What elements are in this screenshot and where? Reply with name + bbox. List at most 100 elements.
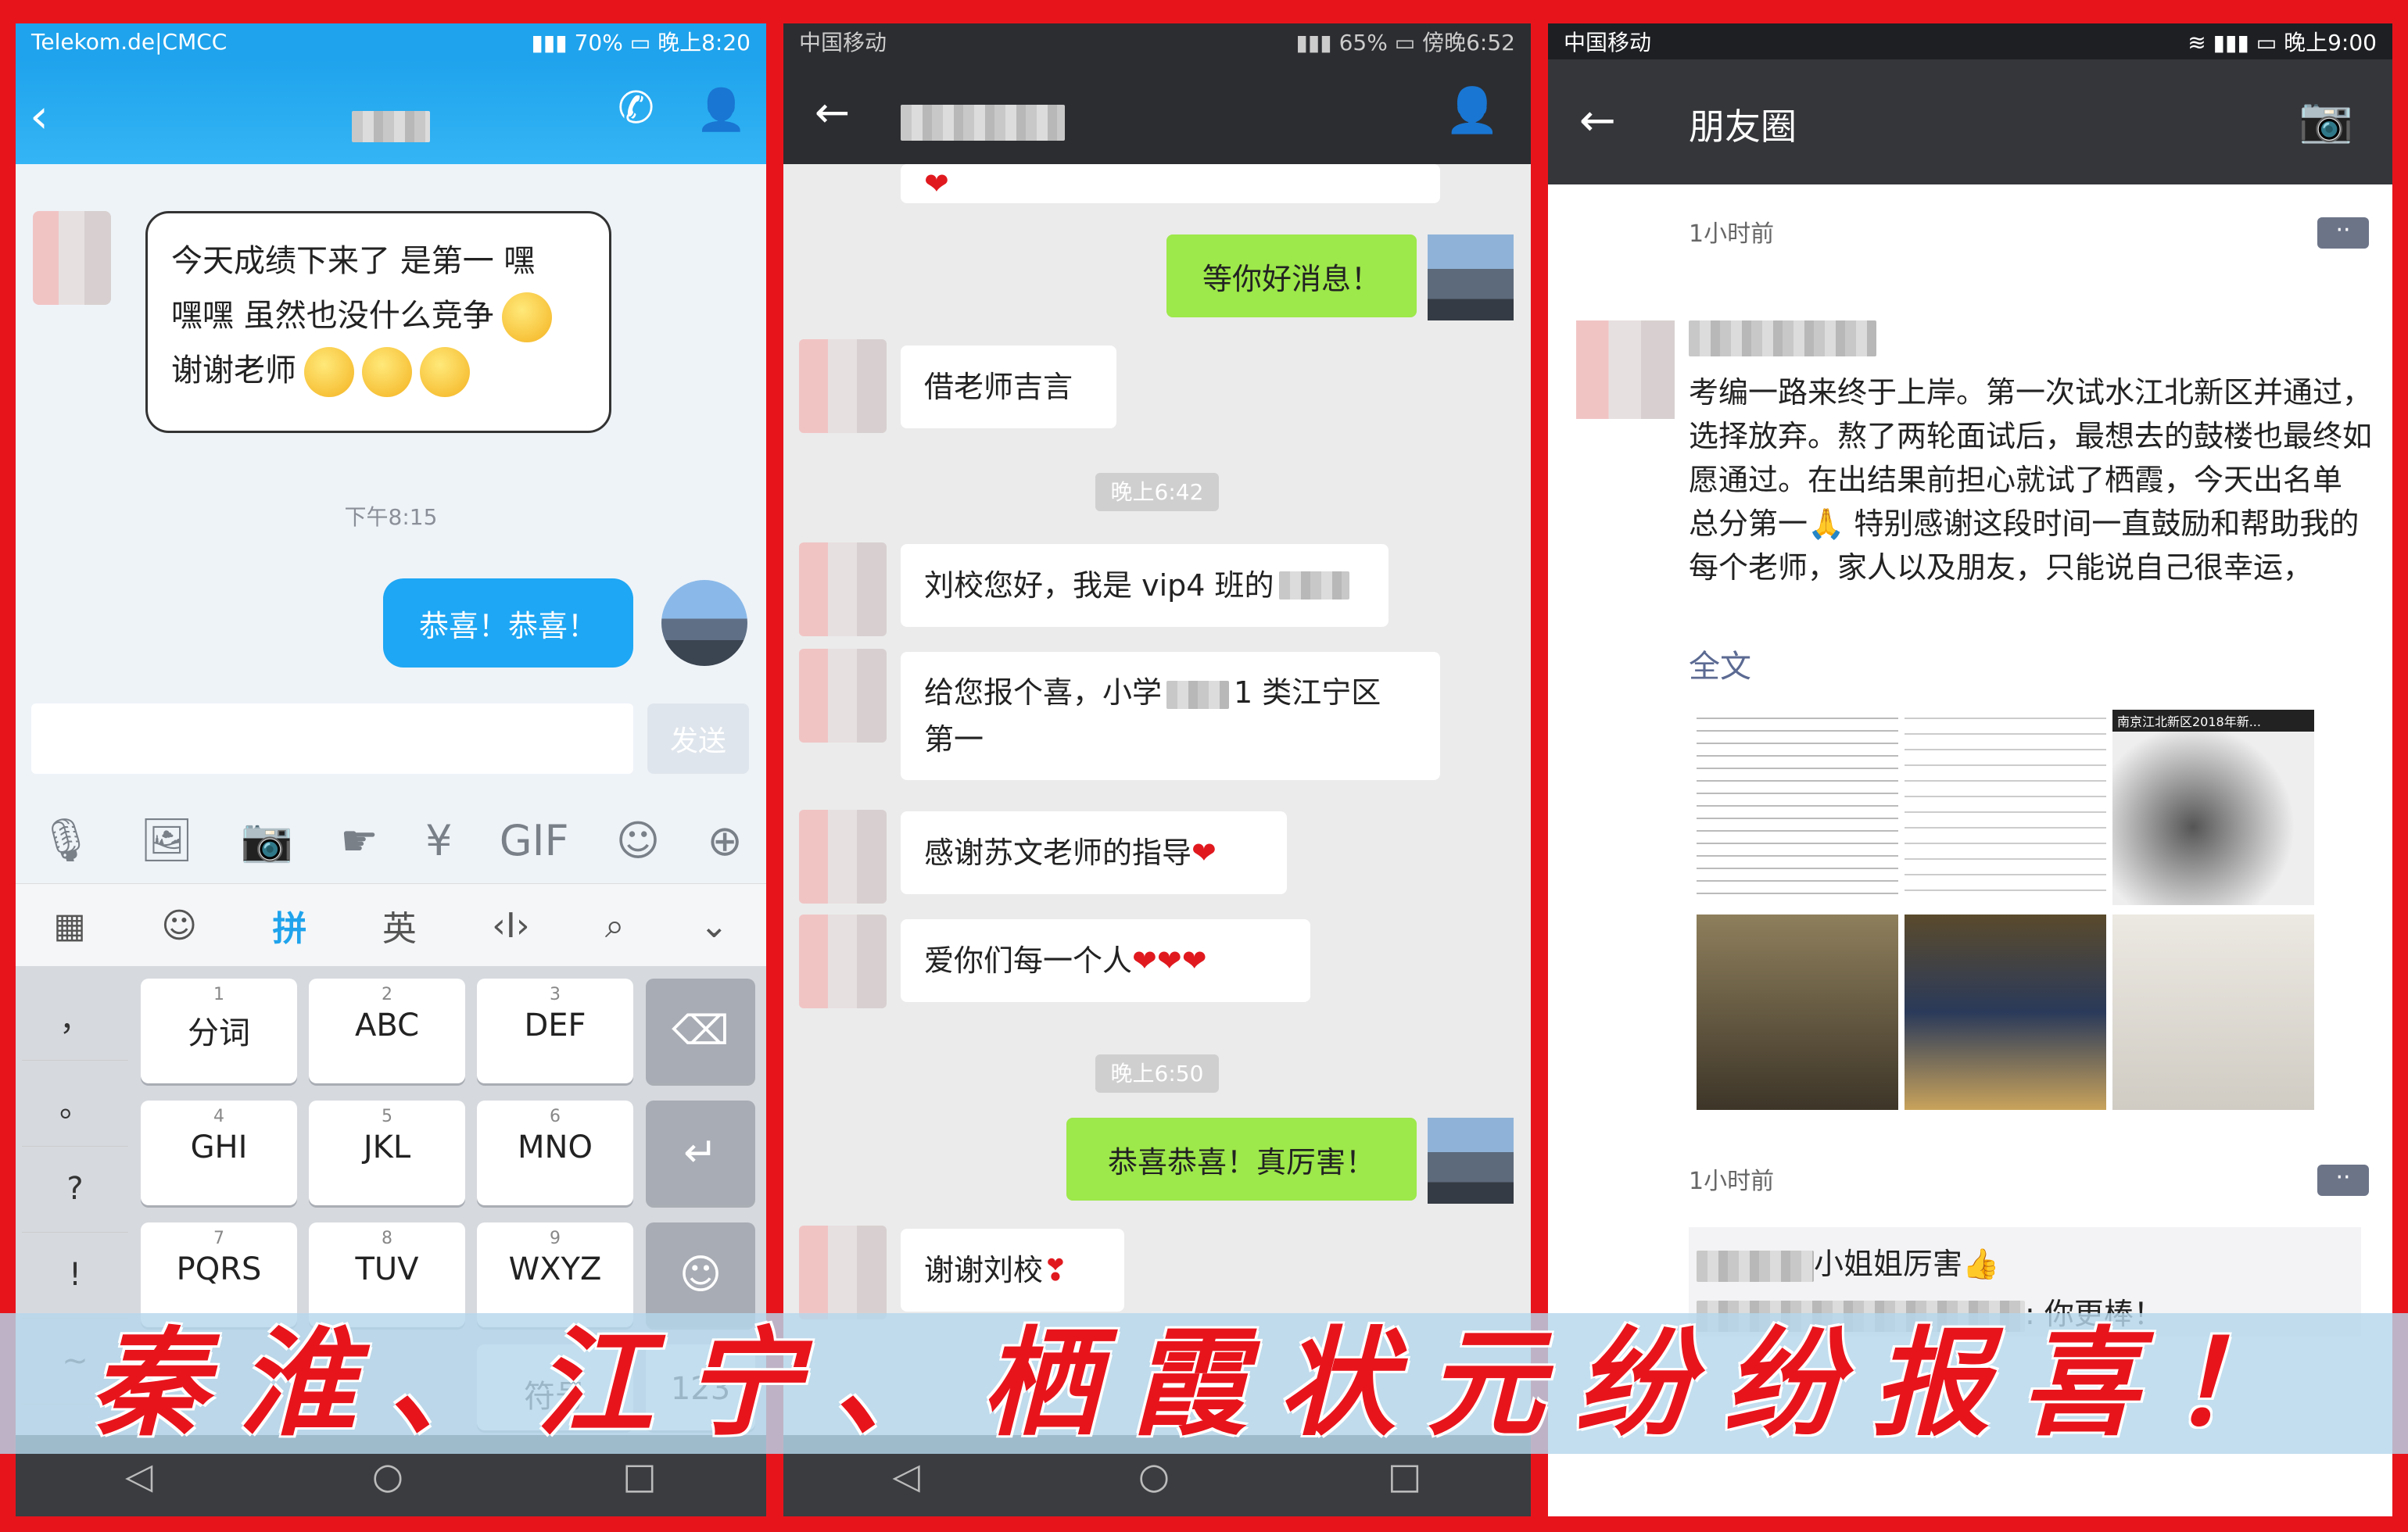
contact-name-redacted [901, 105, 1065, 141]
message-input[interactable] [31, 703, 633, 774]
battery-icon: ▭ [629, 30, 658, 55]
blush-emoji-icon [362, 347, 412, 397]
laughing-emoji-icon [501, 292, 552, 342]
backspace-key[interactable]: ⌫ [646, 979, 755, 1083]
profile-icon[interactable]: 👤 [696, 86, 747, 134]
key-4[interactable]: 4 GHI [141, 1101, 297, 1205]
camera-icon[interactable]: 📷 [241, 815, 293, 865]
gif-icon[interactable]: GIF [500, 816, 569, 865]
message-line: 今天成绩下来了 是第一 嘿 [171, 243, 536, 279]
message-timestamp: 下午8:15 [344, 504, 438, 530]
contact-avatar[interactable] [33, 211, 111, 305]
comment-row[interactable]: 小姐姐厉害👍 [1697, 1240, 1999, 1283]
moments-header: ← 朋友圈 📷 [1548, 59, 2392, 184]
back-arrow-icon[interactable]: ← [1579, 95, 1616, 146]
battery-level: 65% [1338, 30, 1388, 55]
photo-thumb[interactable] [1697, 915, 1898, 1110]
key-1[interactable]: 1 分词 [141, 979, 297, 1083]
back-arrow-icon[interactable]: ← [815, 88, 850, 137]
key-5[interactable]: 5 JKL [309, 1101, 465, 1205]
punct-key[interactable]: ! [22, 1232, 128, 1319]
image-icon[interactable]: 🖼 [140, 815, 194, 865]
punct-key[interactable]: ? [22, 1146, 128, 1233]
comment-button[interactable]: ·· [2317, 1165, 2369, 1196]
wifi-icon: ≋ [2188, 30, 2213, 55]
recents-nav-icon[interactable]: □ [622, 1455, 656, 1497]
redacted-text [1278, 571, 1349, 600]
contact-avatar[interactable] [799, 915, 887, 1008]
phone-icon[interactable]: ✆ [618, 83, 654, 134]
banner-title: 秦淮、江宁、栖霞状元纷纷报喜！ [89, 1315, 2318, 1452]
punct-key[interactable]: ， [22, 974, 128, 1061]
signal-icon: ▮▮▮ [1295, 30, 1339, 55]
grid-menu-icon[interactable]: ▦ [53, 906, 86, 946]
poster-name-redacted[interactable] [1689, 320, 1876, 356]
contact-avatar[interactable] [799, 1226, 887, 1319]
contact-avatar[interactable] [799, 810, 887, 904]
key-8[interactable]: 8 TUV [309, 1222, 465, 1327]
punct-key[interactable]: 。 [22, 1060, 128, 1147]
poke-icon[interactable]: ☛ [340, 816, 378, 865]
microphone-icon[interactable]: 🎙 [39, 815, 93, 865]
key-7[interactable]: 7 PQRS [141, 1222, 297, 1327]
my-avatar[interactable] [1428, 1118, 1514, 1204]
home-nav-icon[interactable]: ○ [1138, 1455, 1170, 1497]
signal-icon: ▮▮▮ [2213, 30, 2256, 55]
full-text-link[interactable]: 全文 [1689, 641, 1751, 686]
pinyin-mode[interactable]: 拼 [272, 900, 306, 950]
photo-thumb[interactable] [1905, 710, 2106, 905]
message-line: 嘿嘿 虽然也没什么竞争 [171, 298, 494, 334]
heart-icon: ❤❤❤ [1132, 943, 1207, 978]
battery-icon: ▭ [1394, 30, 1423, 55]
cursor-icon[interactable]: ‹I› [492, 906, 529, 946]
photo-thumb[interactable] [1905, 915, 2106, 1110]
photo-thumb[interactable] [2112, 915, 2314, 1110]
contact-avatar[interactable] [799, 542, 887, 636]
battery-icon: ▭ [2256, 30, 2284, 55]
emoji-icon[interactable]: ☺ [161, 906, 197, 946]
my-avatar[interactable] [661, 580, 747, 666]
send-button[interactable]: 发送 [647, 703, 749, 774]
clock: 晚上8:20 [658, 30, 751, 55]
photo-caption: 南京江北新区2018年新... [2112, 710, 2314, 732]
emoji-key[interactable]: ☺ [646, 1222, 755, 1327]
search-icon[interactable]: ⌕ [605, 906, 625, 946]
enter-key[interactable]: ↵ [646, 1101, 755, 1205]
received-message-bubble: 谢谢刘校 ❣ [901, 1229, 1124, 1312]
battery-level: 70% [574, 30, 623, 55]
wechat-chat-panel: 中国移动 ▮▮▮ 65% ▭ 傍晚6:52 ← 👤 ❤ 等你好消息！ 借老师吉言… [783, 23, 1531, 1516]
message-line: 谢谢老师 [171, 353, 296, 388]
emoji-icon[interactable]: ☺ [616, 816, 660, 865]
sent-message-bubble: 恭喜！恭喜！ [383, 578, 633, 668]
home-nav-icon[interactable]: ○ [372, 1455, 403, 1497]
profile-icon[interactable]: 👤 [1445, 84, 1500, 136]
poster-avatar[interactable] [1576, 320, 1675, 419]
contact-avatar[interactable] [799, 649, 887, 743]
red-packet-icon[interactable]: ¥ [425, 816, 452, 865]
english-mode[interactable]: 英 [382, 900, 417, 950]
camera-icon[interactable]: 📷 [2299, 94, 2353, 145]
collapse-icon[interactable]: ⌄ [700, 906, 729, 946]
signal-icon: ▮▮▮ [531, 30, 575, 55]
commenter-name-redacted [1697, 1250, 1814, 1282]
received-message-bubble: 爱你们每一个人 ❤❤❤ [901, 919, 1310, 1002]
key-3[interactable]: 3 DEF [477, 979, 633, 1083]
key-9[interactable]: 9 WXYZ [477, 1222, 633, 1327]
received-message-bubble: 给您报个喜，小学 1 类江宁区 第一 [901, 652, 1440, 780]
status-bar: 中国移动 ≋ ▮▮▮ ▭ 晚上9:00 [1548, 23, 2392, 59]
received-message-bubble: 刘校您好，我是 vip4 班的 [901, 544, 1389, 627]
key-6[interactable]: 6 MNO [477, 1101, 633, 1205]
plus-icon[interactable]: ⊕ [708, 816, 743, 865]
back-icon[interactable]: ‹ [30, 89, 48, 144]
back-nav-icon[interactable]: ◁ [893, 1455, 920, 1497]
recents-nav-icon[interactable]: □ [1388, 1455, 1421, 1497]
sent-message-bubble: 等你好消息！ [1166, 234, 1417, 317]
contact-avatar[interactable] [799, 339, 887, 433]
post-time: 1小时前 [1689, 220, 1775, 248]
back-nav-icon[interactable]: ◁ [125, 1455, 152, 1497]
key-2[interactable]: 2 ABC [309, 979, 465, 1083]
comment-button[interactable]: ·· [2317, 217, 2369, 249]
photo-thumb[interactable]: 南京江北新区2018年新... [2112, 710, 2314, 905]
photo-thumb[interactable] [1697, 710, 1898, 905]
my-avatar[interactable] [1428, 234, 1514, 320]
